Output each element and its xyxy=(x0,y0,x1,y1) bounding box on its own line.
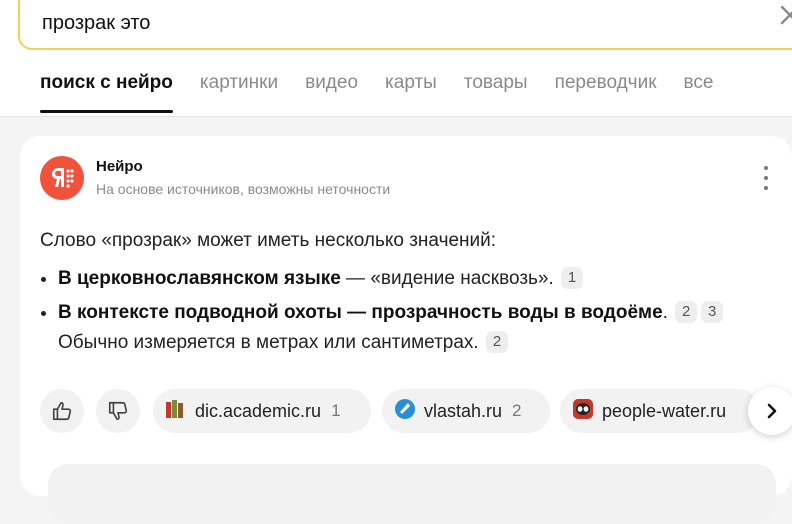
neuro-title: Нейро xyxy=(96,158,143,175)
source-domain: dic.academic.ru xyxy=(195,400,322,421)
citation-ref[interactable]: 2 xyxy=(675,301,698,323)
search-field[interactable]: прозрак это xyxy=(18,0,792,50)
answer-item-term: В контексте подводной охоты — прозрачнос… xyxy=(58,302,663,323)
citation-ref[interactable]: 3 xyxy=(701,301,724,323)
answer-item-text: — «видение насквозь». xyxy=(340,268,554,289)
tab-video[interactable]: видео xyxy=(305,72,358,94)
books-icon xyxy=(165,399,187,424)
citation-ref[interactable]: 2 xyxy=(486,331,508,353)
tab-products[interactable]: товары xyxy=(464,72,528,94)
tab-all[interactable]: все xyxy=(684,72,714,94)
chevron-right-icon[interactable] xyxy=(748,387,792,435)
thumbs-down-icon[interactable] xyxy=(96,389,140,433)
diver-mask-icon xyxy=(572,398,594,425)
more-vertical-icon[interactable] xyxy=(758,166,774,190)
tab-images[interactable]: картинки xyxy=(200,72,278,94)
neuro-logo-icon xyxy=(40,156,84,200)
source-chip[interactable]: dic.academic.ru 1 xyxy=(153,389,371,433)
answer-intro: Слово «прозрак» может иметь несколько зн… xyxy=(40,230,497,251)
tabs-bar: поиск с нейро картинки видео карты товар… xyxy=(40,72,740,113)
answer-item-tail: Обычно измеряется в метрах или сантиметр… xyxy=(58,332,479,353)
neuro-answer-card: Нейро На основе источников, возможны нет… xyxy=(20,136,792,524)
source-chip[interactable]: people-water.ru xyxy=(560,389,760,433)
source-number: 1 xyxy=(331,401,341,420)
tab-translator[interactable]: переводчик xyxy=(555,72,657,94)
answer-item: В контексте подводной охоты — прозрачнос… xyxy=(40,298,770,358)
answer-item-text: . xyxy=(662,302,668,323)
neuro-disclaimer: На основе источников, возможны неточност… xyxy=(96,181,391,197)
header: прозрак это поиск с нейро картинки видео… xyxy=(0,0,792,117)
blue-circle-icon xyxy=(394,398,416,425)
answer-text: Слово «прозрак» может иметь несколько зн… xyxy=(40,226,770,362)
close-icon[interactable] xyxy=(774,0,792,31)
search-input[interactable]: прозрак это xyxy=(42,12,150,35)
source-number: 2 xyxy=(512,401,522,420)
answer-item-term: В церковнославянском языке xyxy=(58,268,341,289)
source-chip[interactable]: vlastah.ru 2 xyxy=(382,389,550,433)
thumbs-up-icon[interactable] xyxy=(40,389,84,433)
source-domain: people-water.ru xyxy=(602,400,727,421)
citation-ref[interactable]: 1 xyxy=(561,267,584,289)
tab-neuro-search[interactable]: поиск с нейро xyxy=(40,72,173,113)
followup-input[interactable] xyxy=(48,464,776,524)
tab-maps[interactable]: карты xyxy=(385,72,437,94)
actions-row: dic.academic.ru 1 vlastah.ru 2 people-wa… xyxy=(40,387,792,435)
source-domain: vlastah.ru xyxy=(424,400,503,421)
answer-item: В церковнославянском языке — «видение на… xyxy=(40,264,770,294)
